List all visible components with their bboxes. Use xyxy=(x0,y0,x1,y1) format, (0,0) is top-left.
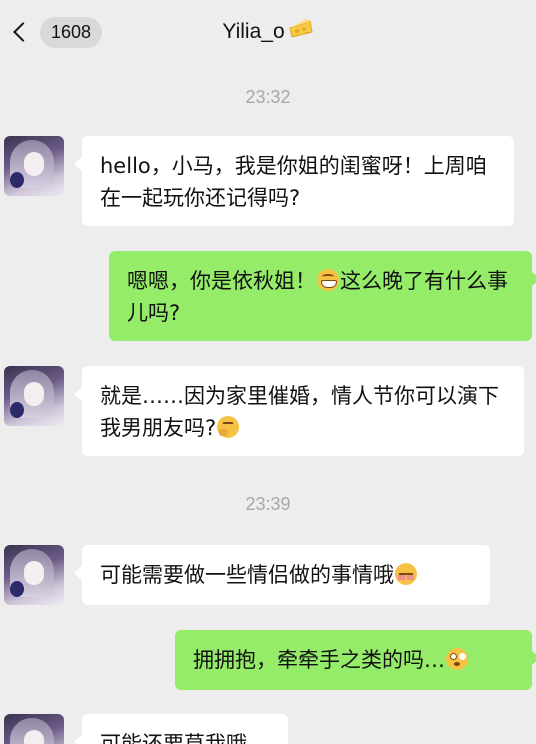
contact-avatar[interactable] xyxy=(4,714,64,744)
shy-face-emoji xyxy=(395,563,417,585)
message-bubble-outgoing[interactable]: 拥拥抱，牵牵手之类的吗… xyxy=(175,630,536,690)
chat-header: 1608 Yilia_o xyxy=(0,0,536,68)
message-text: 拥拥抱，牵牵手之类的吗… xyxy=(193,648,445,672)
contact-avatar[interactable] xyxy=(4,545,64,605)
grinning-face-emoji xyxy=(317,269,339,291)
contact-name: Yilia_o xyxy=(222,20,285,43)
message-bubble-incoming[interactable]: 就是……因为家里催婚，情人节你可以演下我男朋友吗? xyxy=(74,366,524,456)
message-text: 嗯嗯，你是依秋姐！ xyxy=(127,269,316,293)
timestamp: 23:39 xyxy=(245,494,291,514)
message-text: 可能还要草我哦 xyxy=(100,732,247,744)
thinking-face-emoji xyxy=(217,416,240,438)
message-text: 可能需要做一些情侣做的事情哦 xyxy=(100,563,394,587)
flushed-face-emoji xyxy=(446,648,468,670)
message-text: 就是……因为家里催婚，情人节你可以演下我男朋友吗? xyxy=(100,384,499,440)
timestamp: 23:32 xyxy=(245,87,291,107)
message-bubble-incoming[interactable]: hello，小马，我是你姐的闺蜜呀！上周咱在一起玩你还记得吗? xyxy=(74,136,514,226)
message-bubble-incoming[interactable]: 可能需要做一些情侣做的事情哦 xyxy=(74,545,490,605)
message-bubble-incoming[interactable]: 可能还要草我哦 xyxy=(74,714,288,744)
message-text: hello，小马，我是你姐的闺蜜呀！上周咱在一起玩你还记得吗? xyxy=(100,154,487,210)
message-bubble-outgoing[interactable]: 嗯嗯，你是依秋姐！ 这么晚了有什么事儿吗? xyxy=(109,251,536,341)
cheese-icon xyxy=(288,18,314,46)
contact-avatar[interactable] xyxy=(4,366,64,426)
chat-screen: 1608 Yilia_o 23:32 hello，小马，我是你姐的闺蜜呀！上周咱… xyxy=(0,0,536,744)
contact-avatar[interactable] xyxy=(4,136,64,196)
chat-title: Yilia_o xyxy=(0,18,536,46)
